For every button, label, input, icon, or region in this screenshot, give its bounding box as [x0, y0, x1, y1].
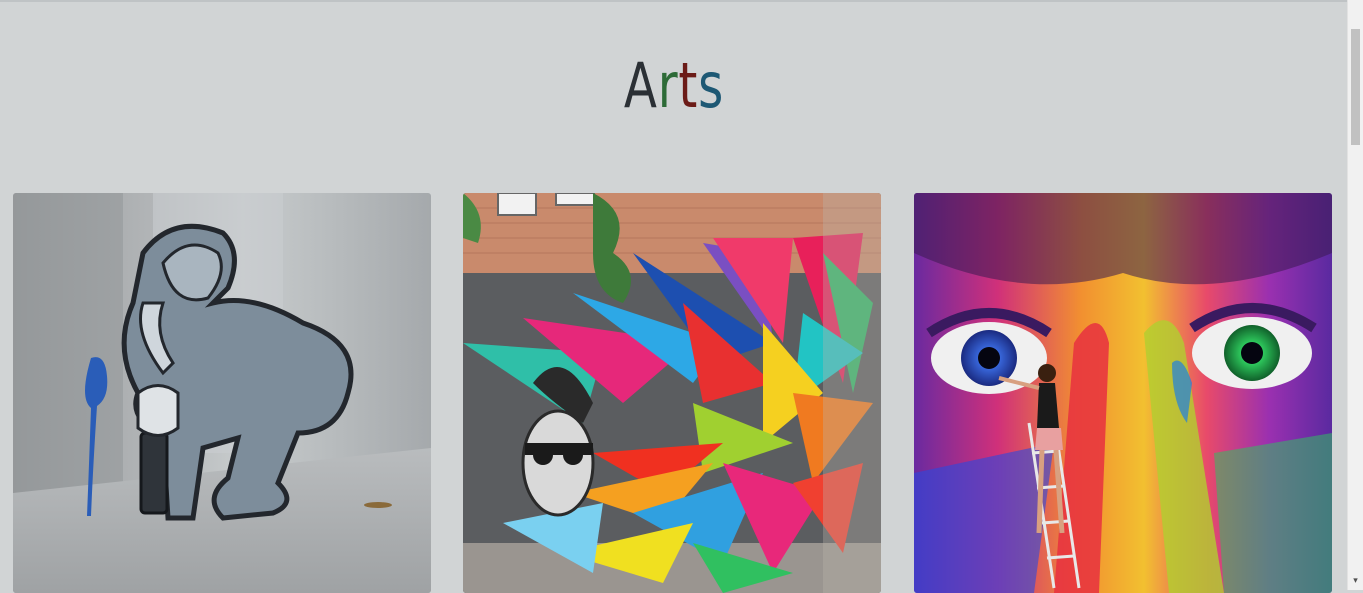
top-border	[0, 0, 1348, 2]
star-mural-image	[463, 193, 881, 593]
painted-face-image	[914, 193, 1332, 593]
title-letter-a: A	[623, 48, 658, 122]
page-title: Arts	[148, 48, 1199, 124]
boy-spray-image	[13, 193, 431, 593]
title-letter-t: t	[678, 48, 699, 122]
scroll-down-arrow-icon[interactable]: ▾	[1348, 574, 1363, 588]
vertical-scrollbar[interactable]: ▾	[1347, 0, 1363, 590]
art-card-boy-spray[interactable]	[13, 193, 431, 593]
scrollbar-thumb[interactable]	[1351, 29, 1360, 145]
title-letter-s: s	[698, 48, 725, 122]
art-card-star-mural[interactable]	[463, 193, 881, 593]
art-gallery	[0, 193, 1348, 593]
title-letter-r: r	[657, 48, 679, 122]
art-card-painted-face[interactable]	[914, 193, 1332, 593]
